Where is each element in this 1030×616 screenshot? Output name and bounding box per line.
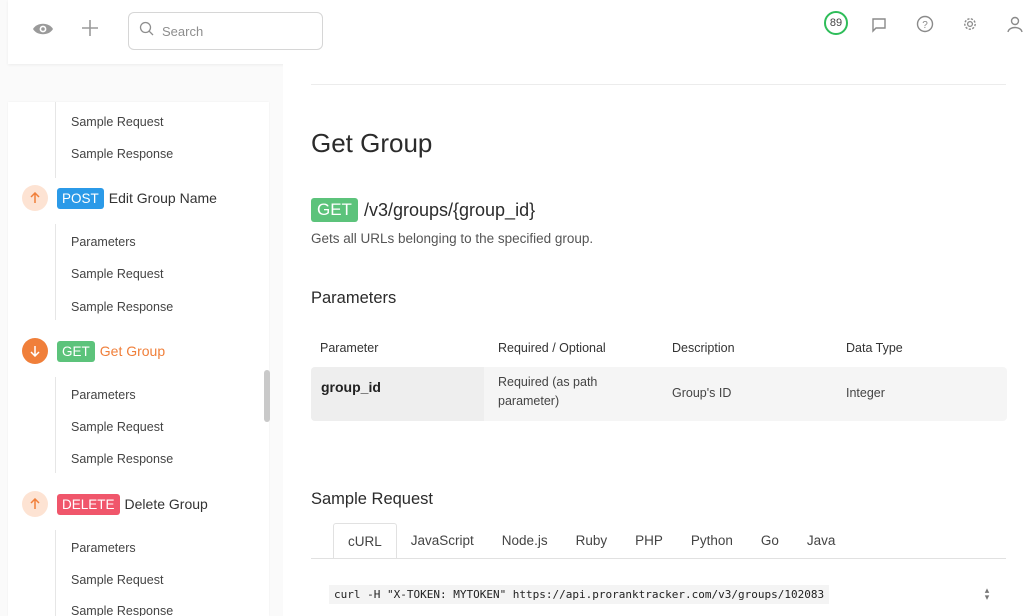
method-badge-post: POST	[57, 187, 104, 209]
table-header-description: Description	[672, 341, 735, 355]
tab-java[interactable]: Java	[793, 523, 850, 559]
gear-icon[interactable]	[959, 13, 981, 35]
search-box[interactable]	[128, 12, 323, 50]
tab-javascript[interactable]: JavaScript	[397, 523, 488, 559]
parameters-heading: Parameters	[311, 289, 397, 307]
tab-go[interactable]: Go	[747, 523, 793, 559]
top-bar: 89 ?	[8, 0, 1030, 64]
arrow-down-icon	[22, 338, 48, 364]
param-required: Required (as path	[498, 375, 598, 389]
tab-ruby[interactable]: Ruby	[562, 523, 622, 559]
chat-icon[interactable]	[868, 14, 890, 36]
sidebar-item-sample-request[interactable]: Sample Request	[71, 267, 163, 281]
user-icon[interactable]	[1004, 13, 1026, 35]
plus-icon[interactable]	[78, 16, 102, 40]
param-name: group_id	[321, 379, 381, 395]
tab-python[interactable]: Python	[677, 523, 747, 559]
sidebar-item-parameters[interactable]: Parameters	[71, 541, 136, 555]
score-badge[interactable]: 89	[824, 11, 848, 35]
sample-request-heading: Sample Request	[311, 490, 433, 508]
tab-php[interactable]: PHP	[621, 523, 677, 559]
table-header-parameter: Parameter	[320, 341, 379, 355]
endpoint-description: Gets all URLs belonging to the specified…	[311, 231, 594, 246]
sidebar-nav: Sample Request Sample Response POST Edit…	[8, 102, 269, 616]
endpoint-name: Edit Group Name	[108, 190, 217, 206]
sidebar-item-sample-response[interactable]: Sample Response	[71, 452, 173, 466]
endpoint-name: Delete Group	[124, 496, 208, 512]
sidebar-item-sample-response[interactable]: Sample Response	[71, 300, 173, 314]
tab-nodejs[interactable]: Node.js	[488, 523, 562, 559]
scroll-stepper-icon[interactable]: ▴ ▾	[980, 586, 994, 602]
sidebar-divider	[55, 530, 56, 616]
param-type: Integer	[846, 386, 885, 400]
help-icon[interactable]: ?	[914, 13, 936, 35]
eye-icon[interactable]	[30, 18, 56, 40]
table-header-required: Required / Optional	[498, 341, 606, 355]
method-badge-delete: DELETE	[57, 493, 120, 515]
tab-curl[interactable]: cURL	[333, 523, 397, 559]
sidebar-divider	[55, 377, 56, 473]
sidebar-endpoint-edit-group-name[interactable]: POST Edit Group Name	[22, 185, 217, 211]
param-required-cont: parameter)	[498, 394, 560, 408]
sidebar-item-sample-request[interactable]: Sample Request	[71, 115, 163, 129]
search-input[interactable]	[162, 23, 312, 39]
sidebar-item-sample-request[interactable]: Sample Request	[71, 573, 163, 587]
sidebar-endpoint-delete-group[interactable]: DELETE Delete Group	[22, 491, 208, 517]
sidebar-item-sample-request[interactable]: Sample Request	[71, 420, 163, 434]
sidebar-item-sample-response[interactable]: Sample Response	[71, 147, 173, 161]
arrow-up-icon	[22, 185, 48, 211]
sidebar-divider	[55, 102, 56, 178]
page-title: Get Group	[311, 128, 433, 158]
sidebar-item-sample-response[interactable]: Sample Response	[71, 604, 173, 616]
code-block[interactable]: curl -H "X-TOKEN: MYTOKEN" https://api.p…	[311, 574, 1006, 616]
main-content: Get Group GET /v3/groups/{group_id} Gets…	[283, 64, 1030, 616]
tabs-divider	[311, 558, 1006, 559]
endpoint-path: /v3/groups/{group_id}	[363, 199, 536, 220]
endpoint-line: GET /v3/groups/{group_id}	[311, 198, 535, 222]
method-badge-get: GET	[311, 198, 358, 222]
param-description: Group's ID	[672, 386, 732, 400]
sidebar-item-parameters[interactable]: Parameters	[71, 388, 136, 402]
arrow-up-icon	[22, 491, 48, 517]
method-badge-get: GET	[57, 340, 95, 362]
divider	[311, 84, 1006, 85]
sidebar-scrollbar[interactable]	[264, 370, 270, 422]
table-row: group_id Required (as path parameter) Gr…	[311, 367, 1007, 421]
sidebar-endpoint-get-group[interactable]: GET Get Group	[22, 338, 165, 364]
sidebar-item-parameters[interactable]: Parameters	[71, 235, 136, 249]
sidebar-divider	[55, 224, 56, 320]
endpoint-name: Get Group	[99, 343, 166, 359]
code-sample[interactable]: curl -H "X-TOKEN: MYTOKEN" https://api.p…	[329, 585, 830, 604]
language-tabs: cURL JavaScript Node.js Ruby PHP Python …	[333, 523, 849, 559]
svg-text:?: ?	[922, 20, 928, 31]
table-header-data-type: Data Type	[846, 341, 903, 355]
search-icon	[139, 21, 154, 41]
